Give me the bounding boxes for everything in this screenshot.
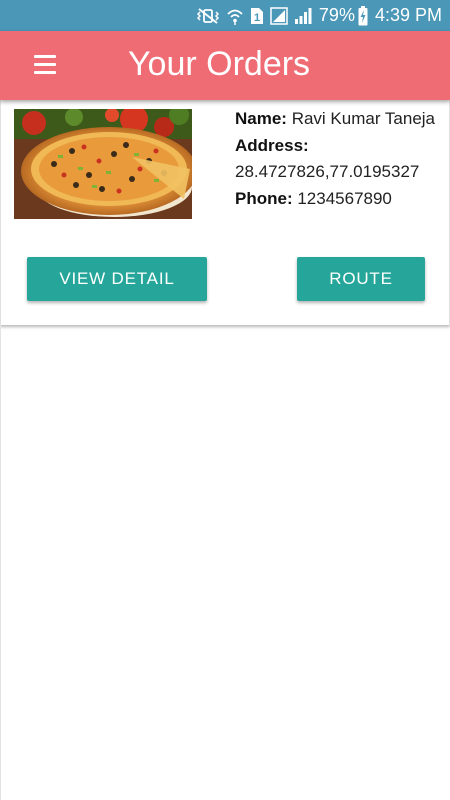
mute-vibrate-icon xyxy=(196,7,220,25)
sim-1-icon: 1 xyxy=(250,7,264,25)
order-address: Address: 28.4727826,77.0195327 xyxy=(235,133,445,186)
order-card: Name: Ravi Kumar Taneja Address: 28.4727… xyxy=(0,100,450,325)
battery-percent: 79% xyxy=(318,5,355,25)
page-title: Your Orders xyxy=(128,45,311,83)
clock: 4:39 PM xyxy=(374,5,442,25)
address-label: Address: xyxy=(235,135,309,155)
svg-text:1: 1 xyxy=(254,12,260,24)
hamburger-menu-icon[interactable] xyxy=(34,55,56,75)
signal-icon xyxy=(270,6,288,25)
name-label: Name: xyxy=(235,109,287,128)
order-phone: Phone: 1234567890 xyxy=(235,186,445,213)
battery-charging-icon xyxy=(358,5,368,26)
wifi-icon xyxy=(226,7,244,25)
route-button[interactable]: ROUTE xyxy=(297,257,425,301)
status-bar: 1 79% 4:39 PM xyxy=(0,0,450,31)
address-value: 28.4727826,77.0195327 xyxy=(235,162,420,181)
order-info: Name: Ravi Kumar Taneja Address: 28.4727… xyxy=(235,106,445,212)
order-name: Name: Ravi Kumar Taneja xyxy=(235,106,445,133)
signal-icon xyxy=(294,7,312,25)
phone-label: Phone: xyxy=(235,188,293,208)
app-bar: Your Orders xyxy=(0,31,450,100)
status-icons: 1 79% 4:39 PM xyxy=(190,0,442,31)
view-detail-button[interactable]: VIEW DETAIL xyxy=(27,257,207,301)
list-edge-divider xyxy=(0,325,1,800)
phone-value: 1234567890 xyxy=(297,188,392,208)
pizza-image xyxy=(14,109,192,219)
name-value: Ravi Kumar Taneja xyxy=(291,109,436,128)
